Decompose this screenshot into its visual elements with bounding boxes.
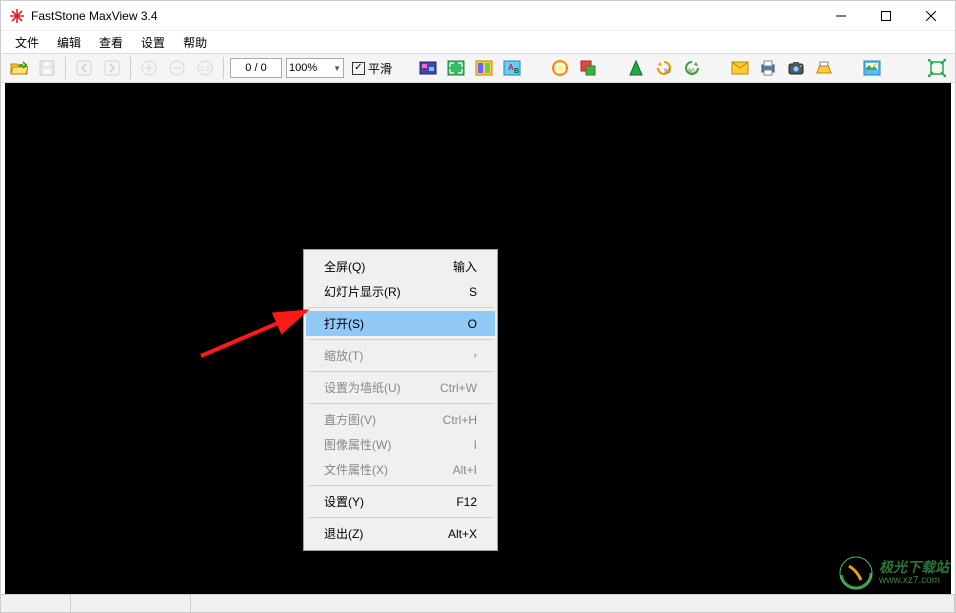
cm-separator bbox=[308, 307, 493, 308]
resize-icon[interactable] bbox=[576, 56, 600, 80]
watermark-logo-icon bbox=[839, 556, 873, 590]
menu-edit[interactable]: 编辑 bbox=[49, 32, 89, 53]
cm-shortcut: S bbox=[469, 285, 477, 299]
window-title: FastStone MaxView 3.4 bbox=[31, 9, 818, 23]
cm-label: 图像属性(W) bbox=[324, 436, 391, 453]
text-icon[interactable]: AB bbox=[500, 56, 524, 80]
fit-icon[interactable] bbox=[925, 56, 949, 80]
svg-text:90: 90 bbox=[664, 69, 671, 75]
cm-histogram[interactable]: 直方图(V) Ctrl+H bbox=[306, 407, 495, 432]
titlebar: FastStone MaxView 3.4 bbox=[1, 1, 955, 31]
status-panel bbox=[1, 595, 71, 612]
cm-shortcut: Alt+I bbox=[453, 463, 477, 477]
status-panel bbox=[71, 595, 191, 612]
cm-shortcut: 输入 bbox=[453, 258, 477, 275]
cm-label: 全屏(Q) bbox=[324, 258, 365, 275]
cm-file-props[interactable]: 文件属性(X) Alt+I bbox=[306, 457, 495, 482]
cm-separator bbox=[308, 517, 493, 518]
cm-shortcut: Ctrl+W bbox=[440, 381, 477, 395]
svg-text:90: 90 bbox=[688, 69, 695, 75]
zoom-value: 100% bbox=[289, 62, 317, 74]
chevron-down-icon: ▼ bbox=[333, 64, 341, 73]
cm-settings[interactable]: 设置(Y) F12 bbox=[306, 489, 495, 514]
cm-zoom[interactable]: 缩放(T) › bbox=[306, 343, 495, 368]
toolbar-separator bbox=[130, 57, 131, 79]
smooth-label: 平滑 bbox=[368, 60, 392, 77]
cm-label: 直方图(V) bbox=[324, 411, 376, 428]
color-icon[interactable] bbox=[548, 56, 572, 80]
app-icon bbox=[9, 8, 25, 24]
minimize-button[interactable] bbox=[818, 1, 863, 30]
window-controls bbox=[818, 1, 953, 30]
menu-settings[interactable]: 设置 bbox=[133, 32, 173, 53]
fullscreen-icon[interactable] bbox=[444, 56, 468, 80]
cm-separator bbox=[308, 485, 493, 486]
print-icon[interactable] bbox=[756, 56, 780, 80]
open-icon[interactable] bbox=[7, 56, 31, 80]
maximize-button[interactable] bbox=[863, 1, 908, 30]
slideshow-icon[interactable] bbox=[416, 56, 440, 80]
checkbox-icon: ✓ bbox=[352, 62, 365, 75]
toolbar-separator bbox=[223, 57, 224, 79]
save-icon[interactable] bbox=[35, 56, 59, 80]
email-icon[interactable] bbox=[728, 56, 752, 80]
svg-text:1:1: 1:1 bbox=[200, 66, 210, 73]
cm-shortcut: Alt+X bbox=[448, 527, 477, 541]
scan-icon[interactable] bbox=[812, 56, 836, 80]
rotate-left-icon[interactable]: 90 bbox=[652, 56, 676, 80]
cm-wallpaper[interactable]: 设置为墙纸(U) Ctrl+W bbox=[306, 375, 495, 400]
cm-label: 退出(Z) bbox=[324, 525, 363, 542]
rotate-right-icon[interactable]: 90 bbox=[680, 56, 704, 80]
cm-label: 设置为墙纸(U) bbox=[324, 379, 401, 396]
watermark-url: www.xz7.com bbox=[879, 575, 949, 586]
watermark-text: 极光下载站 bbox=[879, 560, 949, 575]
context-menu: 全屏(Q) 输入 幻灯片显示(R) S 打开(S) O 缩放(T) › 设置为墙… bbox=[303, 249, 498, 551]
next-icon[interactable] bbox=[100, 56, 124, 80]
statusbar bbox=[1, 594, 955, 612]
cm-separator bbox=[308, 339, 493, 340]
cm-shortcut: I bbox=[474, 438, 477, 452]
menu-file[interactable]: 文件 bbox=[7, 32, 47, 53]
cm-label: 打开(S) bbox=[324, 315, 364, 332]
page-counter: 0 / 0 bbox=[230, 58, 282, 78]
acquire-icon[interactable] bbox=[784, 56, 808, 80]
status-panel bbox=[191, 595, 955, 612]
cm-shortcut: F12 bbox=[456, 495, 477, 509]
cm-exit[interactable]: 退出(Z) Alt+X bbox=[306, 521, 495, 546]
cm-label: 幻灯片显示(R) bbox=[324, 283, 401, 300]
zoom-select[interactable]: 100% ▼ bbox=[286, 58, 344, 78]
zoom-out-icon[interactable] bbox=[165, 56, 189, 80]
toolbar: 1:1 0 / 0 100% ▼ ✓ 平滑 AB 90 90 bbox=[1, 53, 955, 83]
cm-open[interactable]: 打开(S) O bbox=[306, 311, 495, 336]
zoom-in-icon[interactable] bbox=[137, 56, 161, 80]
watermark: 极光下载站 www.xz7.com bbox=[839, 556, 949, 590]
cm-fullscreen[interactable]: 全屏(Q) 输入 bbox=[306, 254, 495, 279]
submenu-arrow-icon: › bbox=[474, 350, 477, 361]
compare-icon[interactable] bbox=[472, 56, 496, 80]
svg-text:B: B bbox=[514, 68, 519, 75]
cm-shortcut: Ctrl+H bbox=[443, 413, 477, 427]
rotate-free-icon[interactable] bbox=[624, 56, 648, 80]
cm-image-props[interactable]: 图像属性(W) I bbox=[306, 432, 495, 457]
cm-label: 文件属性(X) bbox=[324, 461, 388, 478]
cm-label: 设置(Y) bbox=[324, 493, 364, 510]
menu-help[interactable]: 帮助 bbox=[175, 32, 215, 53]
close-button[interactable] bbox=[908, 1, 953, 30]
menubar: 文件 编辑 查看 设置 帮助 bbox=[1, 31, 955, 53]
cm-slideshow[interactable]: 幻灯片显示(R) S bbox=[306, 279, 495, 304]
smooth-checkbox[interactable]: ✓ 平滑 bbox=[352, 60, 392, 77]
wallpaper-icon[interactable] bbox=[860, 56, 884, 80]
zoom-actual-icon[interactable]: 1:1 bbox=[193, 56, 217, 80]
toolbar-separator bbox=[65, 57, 66, 79]
menu-view[interactable]: 查看 bbox=[91, 32, 131, 53]
cm-shortcut: O bbox=[468, 317, 477, 331]
prev-icon[interactable] bbox=[72, 56, 96, 80]
cm-separator bbox=[308, 371, 493, 372]
cm-label: 缩放(T) bbox=[324, 347, 363, 364]
cm-separator bbox=[308, 403, 493, 404]
